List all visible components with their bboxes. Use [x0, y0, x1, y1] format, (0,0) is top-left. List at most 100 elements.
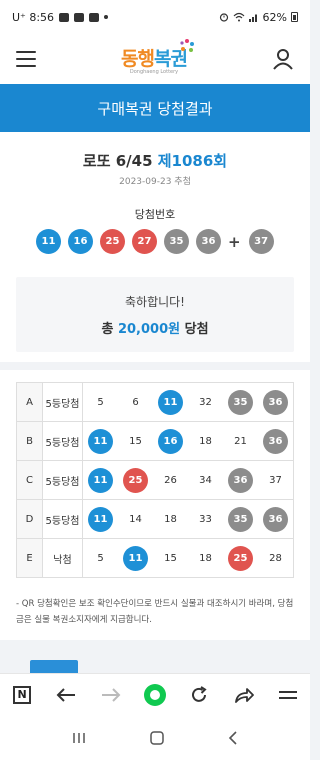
ticket-number: 6: [132, 396, 139, 408]
share-arrow-icon: [234, 687, 254, 703]
ticket-row: A 5등당첨 5 6 11 32 35 36: [16, 382, 294, 422]
ticket-number: 5: [97, 552, 104, 564]
ticket-number: 18: [199, 552, 212, 564]
refresh-button[interactable]: [187, 683, 211, 707]
ticket-result: 5등당첨: [42, 460, 83, 500]
ticket-numbers-cell: 5 6 11 32 35 36: [82, 382, 294, 422]
matched-number-ball: 35: [228, 506, 253, 532]
bonus-plus-sign: +: [228, 232, 241, 251]
naver-n-icon: N: [13, 685, 32, 704]
gallery-icon: [74, 12, 85, 22]
wifi-icon: [233, 12, 244, 22]
congrats-message: 축하합니다!: [124, 295, 185, 309]
logo-text: 동행복권: [121, 47, 188, 70]
ticket-number: 14: [129, 513, 142, 525]
logo-burst-icon: [180, 38, 194, 52]
battery-percent: 62%: [262, 10, 287, 24]
back-button[interactable]: [54, 683, 78, 707]
matched-number-ball: 25: [123, 467, 148, 493]
draw-date: 2023-09-23 추첨: [119, 177, 191, 187]
qr-notice: - QR 당첨확인은 보조 확인수단이므로 반드시 실물과 대조하시기 바라며,…: [16, 599, 294, 625]
game-letter: D: [16, 499, 43, 539]
donghaeng-lottery-logo[interactable]: 동행복권 Donghaeng Lottery: [121, 38, 194, 75]
ticket-number: 18: [164, 513, 177, 525]
matched-number-ball: 11: [158, 389, 183, 415]
matched-number-ball: 11: [88, 467, 113, 493]
winning-ball: 16: [68, 229, 93, 254]
ticket-number: 34: [199, 474, 212, 486]
winning-ball: 25: [100, 229, 125, 254]
message-icon: [59, 12, 70, 22]
forward-button[interactable]: [99, 683, 123, 707]
game-name: 로또 6/45: [82, 152, 153, 170]
green-home-icon: [143, 683, 166, 706]
ticket-row: C 5등당첨 11 25 26 34 36 37: [16, 460, 294, 500]
prize-amount: 20,000원: [117, 322, 181, 337]
matched-number-ball: 25: [228, 545, 253, 571]
signal-icon: [248, 14, 257, 22]
game-letter: C: [16, 460, 43, 500]
ticket-numbers-cell: 11 15 16 18 21 36: [82, 421, 294, 461]
ticket-number: 26: [164, 474, 177, 486]
back-chevron-icon[interactable]: [227, 730, 239, 746]
ticket-number: 32: [199, 396, 212, 408]
arrow-left-icon: [57, 687, 76, 702]
share-button[interactable]: [232, 683, 256, 707]
status-time: U⁺ 8:56: [12, 10, 55, 24]
ticket-results: A 5등당첨 5 6 11 32 35 36 B 5등당첨 11 15 16 18 21 36 C 5등당첨 11 2…: [0, 370, 310, 640]
matched-number-ball: 36: [263, 428, 288, 454]
ticket-table: A 5등당첨 5 6 11 32 35 36 B 5등당첨 11 15 16 18 21 36 C 5등당첨 11 2…: [16, 382, 294, 578]
bonus-ball: 37: [248, 229, 274, 254]
ticket-row: D 5등당첨 11 14 18 33 35 36: [16, 499, 294, 539]
game-letter: A: [16, 382, 43, 422]
battery-icon: [291, 12, 298, 22]
app-notification-icon: [89, 12, 100, 22]
draw-title: 로또 6/45 제1086회: [0, 150, 310, 171]
app-header: 동행복권 Donghaeng Lottery: [0, 34, 310, 84]
more-notifications-icon: [104, 15, 109, 19]
ticket-number: 28: [269, 552, 282, 564]
winning-ball: 36: [196, 229, 221, 254]
ticket-number: 15: [129, 435, 142, 447]
naver-home-button[interactable]: N: [10, 683, 34, 707]
refresh-icon: [192, 685, 207, 702]
status-bar: U⁺ 8:56 62%: [0, 0, 310, 34]
ticket-row: E 낙첨 5 11 15 18 25 28: [16, 538, 294, 578]
ticket-result: 낙첨: [42, 538, 83, 578]
game-letter: B: [16, 421, 43, 461]
prize-total: 총 20,000원 당첨: [101, 322, 209, 337]
logo-subtitle: Donghaeng Lottery: [129, 68, 179, 75]
system-nav-bar: [0, 715, 310, 760]
ticket-numbers-cell: 11 14 18 33 35 36: [82, 499, 294, 539]
winning-numbers: 11 16 25 27 35 36 +37: [36, 229, 281, 254]
recent-apps-icon[interactable]: [71, 731, 87, 745]
game-letter: E: [16, 538, 43, 578]
ticket-row: B 5등당첨 11 15 16 18 21 36: [16, 421, 294, 461]
winning-numbers-label: 당첨번호: [134, 208, 176, 221]
draw-result-card: 로또 6/45 제1086회 2023-09-23 추첨 당첨번호 11 16 25…: [0, 132, 310, 362]
matched-number-ball: 11: [88, 506, 113, 532]
congrats-box: 축하합니다! 총 20,000원 당첨: [16, 277, 294, 352]
ticket-number: 37: [269, 474, 282, 486]
page-title: 구매복권 당첨결과: [0, 84, 310, 132]
winning-ball: 27: [132, 229, 157, 254]
browser-menu-button[interactable]: [276, 683, 300, 707]
user-icon[interactable]: [272, 48, 294, 70]
ticket-number: 33: [199, 513, 212, 525]
matched-number-ball: 11: [88, 428, 113, 454]
ticket-number: 5: [97, 396, 104, 408]
winning-ball: 35: [164, 229, 189, 254]
menu-lines-icon: [278, 690, 297, 699]
browser-toolbar: N: [0, 673, 310, 715]
alarm-icon: [219, 13, 228, 22]
home-icon[interactable]: [149, 730, 165, 746]
matched-number-ball: 36: [263, 506, 288, 532]
matched-number-ball: 11: [123, 545, 148, 571]
ticket-number: 18: [199, 435, 212, 447]
ticket-number: 21: [234, 435, 247, 447]
browser-home-button[interactable]: [143, 683, 167, 707]
ticket-result: 5등당첨: [42, 499, 83, 539]
ticket-number: 15: [164, 552, 177, 564]
ticket-result: 5등당첨: [42, 382, 83, 422]
menu-icon[interactable]: [16, 51, 36, 67]
